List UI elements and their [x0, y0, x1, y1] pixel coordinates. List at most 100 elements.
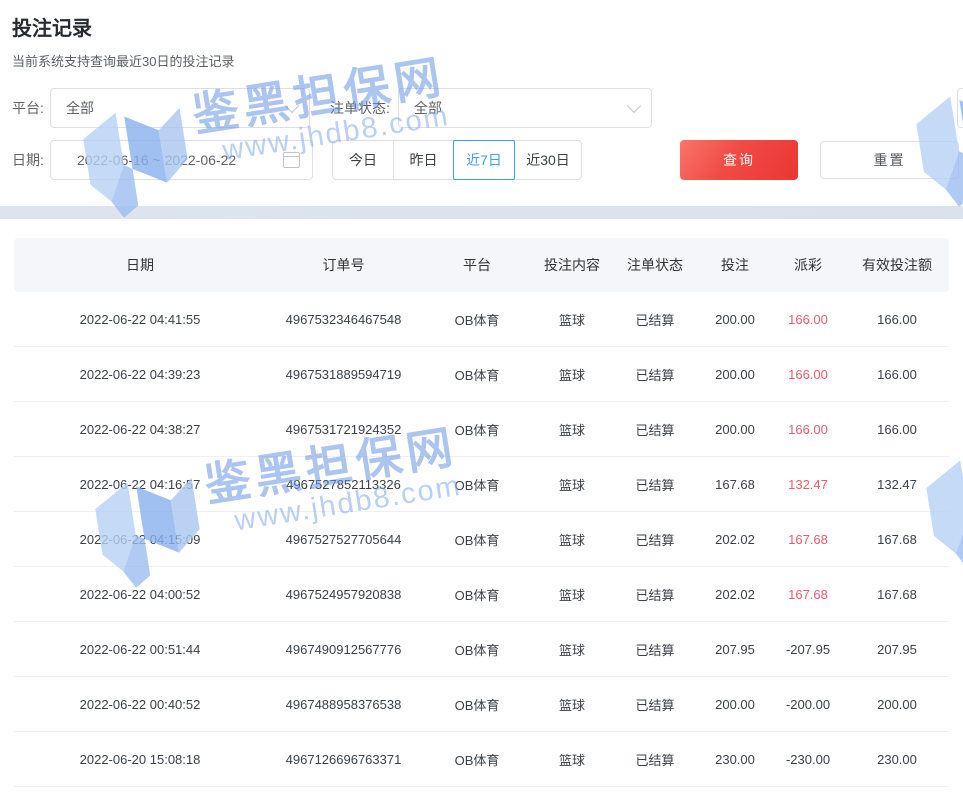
quick-range-button-3[interactable]: 近7日	[453, 140, 515, 180]
quick-range-button-1[interactable]: 今日	[332, 140, 394, 180]
table-header-cell: 投注	[699, 238, 771, 292]
table-header-row: 日期订单号平台投注内容注单状态投注派彩有效投注额	[14, 238, 949, 292]
table-cell-valid: 167.68	[845, 512, 949, 567]
table-cell-status: 已结算	[611, 622, 699, 677]
table-cell-bet: 167.68	[699, 457, 771, 512]
table-cell-platform: OB体育	[421, 677, 533, 732]
date-range-value: 2022-06-16 ~ 2022-06-22	[77, 152, 236, 168]
table-cell-date: 2022-06-22 04:15:09	[14, 512, 266, 567]
table-cell-order: 4967532346467548	[266, 292, 421, 347]
platform-select[interactable]: 全部	[50, 88, 310, 128]
table-row: 2022-06-22 04:38:274967531721924352OB体育篮…	[14, 402, 949, 457]
section-separator-band	[0, 206, 963, 219]
table-cell-valid: 167.68	[845, 567, 949, 622]
table-cell-platform: OB体育	[421, 292, 533, 347]
reset-button[interactable]: 重置	[820, 141, 959, 179]
table-cell-bet: 202.02	[699, 567, 771, 622]
table-cell-platform: OB体育	[421, 567, 533, 622]
table-cell-payout: -207.95	[771, 622, 845, 677]
table-cell-bet: 207.95	[699, 622, 771, 677]
table-cell-valid: 207.95	[845, 622, 949, 677]
table-cell-platform: OB体育	[421, 402, 533, 457]
table-cell-content: 篮球	[533, 457, 611, 512]
table-cell-date: 2022-06-20 15:08:18	[14, 732, 266, 787]
table-cell-status: 已结算	[611, 512, 699, 567]
table-row: 2022-06-22 00:51:444967490912567776OB体育篮…	[14, 622, 949, 677]
table-row: 2022-06-22 04:16:574967527852113326OB体育篮…	[14, 457, 949, 512]
table-cell-order: 4967524957920838	[266, 567, 421, 622]
quick-range-button-4[interactable]: 近30日	[514, 140, 582, 180]
table-cell-status: 已结算	[611, 402, 699, 457]
date-label: 日期:	[12, 140, 44, 180]
table-cell-date: 2022-06-22 04:16:57	[14, 457, 266, 512]
table-cell-bet: 200.00	[699, 402, 771, 457]
platform-select-value: 全部	[66, 98, 94, 118]
table-cell-platform: OB体育	[421, 457, 533, 512]
calendar-icon	[283, 152, 300, 168]
table-cell-payout: 167.68	[771, 567, 845, 622]
table-header-cell: 日期	[14, 238, 266, 292]
query-button[interactable]: 查询	[680, 140, 798, 180]
table-cell-content: 篮球	[533, 732, 611, 787]
page-subtitle: 当前系统支持查询最近30日的投注记录	[12, 51, 234, 70]
date-range-input[interactable]: 2022-06-16 ~ 2022-06-22	[50, 140, 313, 180]
table-header-cell: 有效投注额	[845, 238, 949, 292]
table-cell-bet: 230.00	[699, 732, 771, 787]
table-cell-status: 已结算	[611, 347, 699, 402]
table-cell-content: 篮球	[533, 567, 611, 622]
table-cell-status: 已结算	[611, 292, 699, 347]
table-row: 2022-06-20 15:08:184967126696763371OB体育篮…	[14, 732, 949, 787]
table-cell-content: 篮球	[533, 512, 611, 567]
table-cell-date: 2022-06-22 04:39:23	[14, 347, 266, 402]
table-cell-order: 4967488958376538	[266, 677, 421, 732]
table-cell-payout: 166.00	[771, 402, 845, 457]
truncated-filter-control[interactable]	[957, 88, 963, 128]
table-cell-bet: 200.00	[699, 677, 771, 732]
table-cell-date: 2022-06-22 04:00:52	[14, 567, 266, 622]
table-cell-platform: OB体育	[421, 512, 533, 567]
table-cell-status: 已结算	[611, 457, 699, 512]
table-cell-content: 篮球	[533, 622, 611, 677]
table-header-cell: 投注内容	[533, 238, 611, 292]
order-status-select[interactable]: 全部	[398, 88, 652, 128]
table-cell-platform: OB体育	[421, 622, 533, 677]
table-cell-payout: 166.00	[771, 292, 845, 347]
table-cell-order: 4967531889594719	[266, 347, 421, 402]
table-row: 2022-06-22 04:41:554967532346467548OB体育篮…	[14, 292, 949, 347]
table-header-cell: 平台	[421, 238, 533, 292]
table-cell-order: 4967126696763371	[266, 732, 421, 787]
platform-label: 平台:	[12, 88, 44, 128]
table-cell-payout: 166.00	[771, 347, 845, 402]
table-cell-valid: 166.00	[845, 292, 949, 347]
table-row: 2022-06-22 04:39:234967531889594719OB体育篮…	[14, 347, 949, 402]
table-cell-payout: -200.00	[771, 677, 845, 732]
table-cell-valid: 230.00	[845, 732, 949, 787]
table-cell-content: 篮球	[533, 677, 611, 732]
chevron-down-icon	[627, 98, 641, 112]
table-cell-order: 4967531721924352	[266, 402, 421, 457]
table-row: 2022-06-22 04:15:094967527527705644OB体育篮…	[14, 512, 949, 567]
table-cell-content: 篮球	[533, 402, 611, 457]
quick-range-button-2[interactable]: 昨日	[393, 140, 454, 180]
table-cell-content: 篮球	[533, 292, 611, 347]
table-cell-order: 4967527852113326	[266, 457, 421, 512]
table-cell-platform: OB体育	[421, 347, 533, 402]
date-quick-button-group: 今日昨日近7日近30日	[332, 140, 582, 180]
bet-records-table: 日期订单号平台投注内容注单状态投注派彩有效投注额 2022-06-22 04:4…	[14, 238, 949, 787]
table-cell-payout: 167.68	[771, 512, 845, 567]
table-header-cell: 注单状态	[611, 238, 699, 292]
table-cell-platform: OB体育	[421, 732, 533, 787]
order-status-select-value: 全部	[414, 98, 442, 118]
table-cell-status: 已结算	[611, 567, 699, 622]
table-cell-valid: 166.00	[845, 402, 949, 457]
table-cell-payout: -230.00	[771, 732, 845, 787]
table-cell-bet: 202.02	[699, 512, 771, 567]
table-cell-order: 4967527527705644	[266, 512, 421, 567]
table-cell-date: 2022-06-22 00:40:52	[14, 677, 266, 732]
table-cell-date: 2022-06-22 00:51:44	[14, 622, 266, 677]
chevron-down-icon	[285, 98, 299, 112]
table-cell-valid: 166.00	[845, 347, 949, 402]
order-status-label: 注单状态:	[330, 88, 390, 128]
table-cell-payout: 132.47	[771, 457, 845, 512]
table-cell-valid: 200.00	[845, 677, 949, 732]
